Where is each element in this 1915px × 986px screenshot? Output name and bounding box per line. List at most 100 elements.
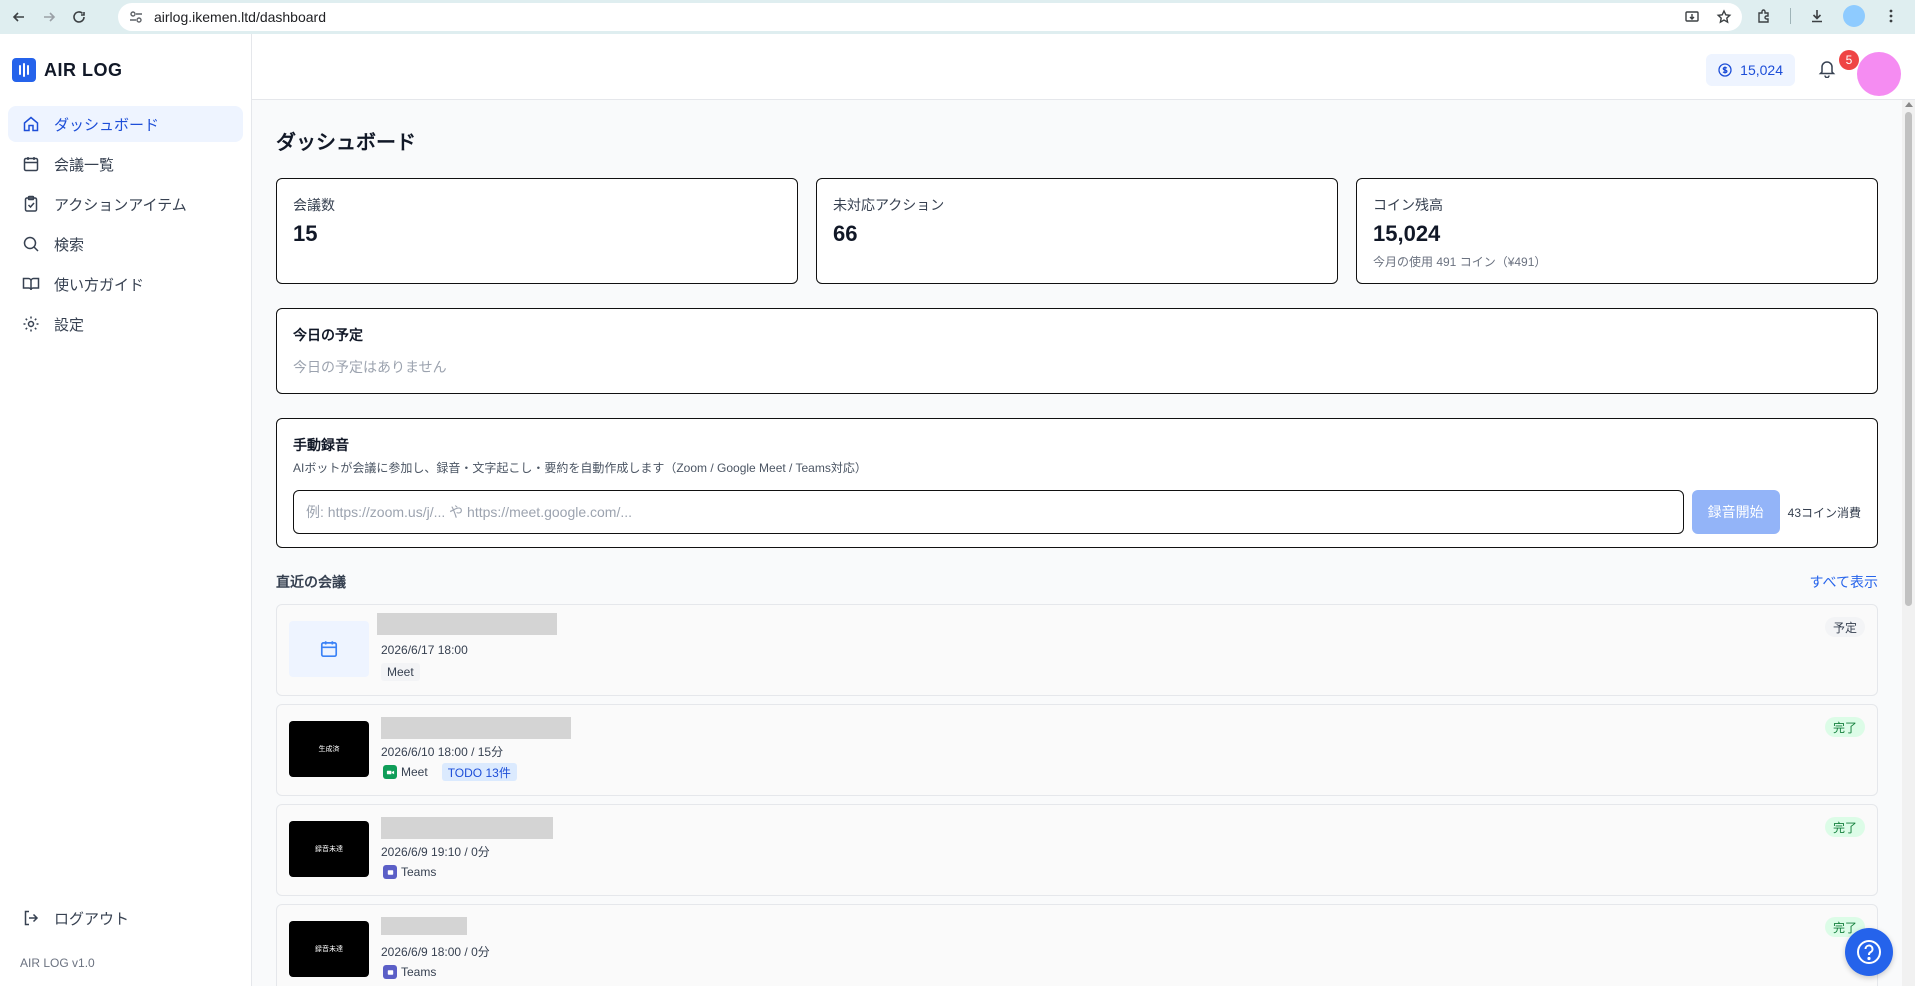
- meeting-list-item[interactable]: 録音未達 2026/6/9 18:00 / 0分 Teams 完了: [276, 904, 1878, 986]
- section-title: 直近の会議: [276, 574, 346, 590]
- book-open-icon: [22, 277, 40, 291]
- meeting-tags: Teams: [381, 863, 442, 881]
- sidebar-item-action-items[interactable]: アクションアイテム: [8, 186, 243, 222]
- calendar-icon: [320, 641, 338, 658]
- notification-button[interactable]: [1817, 58, 1841, 82]
- back-icon[interactable]: [8, 6, 30, 28]
- platform-tag: Teams: [381, 963, 442, 981]
- recent-meetings-header: 直近の会議 すべて表示: [276, 572, 1878, 592]
- thumbnail-label: 録音未達: [315, 946, 343, 953]
- help-button[interactable]: [1845, 928, 1893, 976]
- stat-card-meetings: 会議数 15: [276, 178, 798, 284]
- meeting-tags: Teams: [381, 963, 442, 981]
- google-meet-icon: [383, 765, 397, 779]
- meeting-list-item[interactable]: 2026/6/17 18:00 Meet 予定: [276, 604, 1878, 696]
- sidebar-item-dashboard[interactable]: ダッシュボード: [8, 106, 243, 142]
- forward-icon[interactable]: [38, 6, 60, 28]
- toolbar-divider: [1790, 8, 1791, 24]
- meeting-title-redacted: [381, 917, 467, 935]
- url-text[interactable]: airlog.ikemen.ltd/dashboard: [154, 9, 326, 25]
- platform-tag: Meet: [381, 663, 420, 681]
- empty-schedule-text: 今日の予定はありません: [293, 359, 447, 375]
- recording-description: AIボットが会議に参加し、録音・文字起こし・要約を自動作成します（Zoom / …: [293, 461, 867, 475]
- todo-count-tag: TODO 13件: [441, 763, 517, 781]
- stat-card-coin-balance: コイン残高 15,024 今月の使用 491 コイン（¥491）: [1356, 178, 1878, 284]
- extensions-icon[interactable]: [1752, 4, 1776, 28]
- coin-icon: [1718, 63, 1732, 77]
- logout-button[interactable]: ログアウト: [8, 900, 244, 936]
- thumbnail-label: 録音未達: [315, 846, 343, 853]
- recording-cost: 43コイン消費: [1787, 505, 1861, 520]
- platform-name: Meet: [401, 765, 428, 779]
- address-bar[interactable]: airlog.ikemen.ltd/dashboard: [118, 3, 1742, 31]
- user-avatar[interactable]: [1857, 52, 1901, 96]
- platform-tag: Teams: [381, 863, 442, 881]
- search-icon: [23, 236, 39, 252]
- status-badge: 予定: [1824, 617, 1865, 637]
- download-icon[interactable]: [1805, 4, 1829, 28]
- site-settings-icon[interactable]: [128, 9, 144, 25]
- meeting-title-redacted: [381, 817, 553, 839]
- logout-icon: [24, 910, 39, 926]
- meeting-date: 2026/6/9 19:10 / 0分: [381, 845, 490, 859]
- notification-count-badge: 5: [1839, 50, 1859, 70]
- scrollbar-thumb[interactable]: [1905, 112, 1912, 606]
- page-scrollbar[interactable]: [1902, 100, 1915, 986]
- scroll-up-arrow-icon[interactable]: [1905, 102, 1913, 107]
- stat-value: 66: [833, 221, 858, 246]
- meeting-list-item[interactable]: 録音未達 2026/6/9 19:10 / 0分 Teams 完了: [276, 804, 1878, 896]
- recording-form: 録音開始 43コイン消費: [293, 490, 1861, 534]
- sidebar-item-label: 会議一覧: [54, 156, 115, 174]
- clipboard-check-icon: [24, 195, 38, 212]
- sidebar: AIR LOG ダッシュボード 会議一覧 アクションアイテム 検索 使い方ガイド…: [0, 34, 252, 986]
- coin-balance-badge[interactable]: 15,024: [1706, 54, 1795, 86]
- browser-profile-avatar[interactable]: [1843, 5, 1865, 27]
- top-header: 15,024 5: [252, 34, 1915, 100]
- browser-toolbar: airlog.ikemen.ltd/dashboard: [0, 0, 1915, 34]
- sidebar-item-meetings[interactable]: 会議一覧: [8, 146, 243, 182]
- thumbnail-label: 生成済: [318, 746, 340, 753]
- platform-name: Meet: [387, 665, 414, 679]
- manual-recording-card: 手動録音 AIボットが会議に参加し、録音・文字起こし・要約を自動作成します（Zo…: [276, 418, 1878, 548]
- platform-name: Teams: [401, 965, 437, 979]
- teams-icon: [383, 865, 397, 879]
- reload-icon[interactable]: [68, 6, 90, 28]
- app-name: AIR LOG: [44, 59, 123, 80]
- app-logo[interactable]: AIR LOG: [0, 34, 251, 106]
- meeting-title-redacted: [377, 613, 557, 635]
- stat-label: コイン残高: [1373, 197, 1443, 213]
- logout-label: ログアウト: [54, 910, 130, 928]
- bell-icon: [1818, 61, 1836, 79]
- sidebar-nav: ダッシュボード 会議一覧 アクションアイテム 検索 使い方ガイド 設定: [0, 106, 251, 342]
- sidebar-item-label: ダッシュボード: [54, 116, 160, 134]
- gear-icon: [23, 316, 39, 332]
- browser-menu-icon[interactable]: [1879, 4, 1903, 28]
- show-all-link[interactable]: すべて表示: [1810, 572, 1878, 592]
- home-icon: [23, 116, 39, 132]
- sidebar-item-guide[interactable]: 使い方ガイド: [8, 266, 243, 302]
- meeting-date: 2026/6/10 18:00 / 15分: [381, 745, 504, 759]
- page-title: ダッシュボード: [276, 132, 416, 154]
- bookmark-star-icon[interactable]: [1714, 7, 1734, 27]
- sidebar-item-label: アクションアイテム: [54, 196, 187, 214]
- sidebar-item-search[interactable]: 検索: [8, 226, 243, 262]
- stat-label: 会議数: [293, 197, 335, 213]
- question-circle-icon: [1857, 940, 1881, 964]
- main-content: ダッシュボード 会議数 15 未対応アクション 66 コイン残高 15,024 …: [252, 100, 1902, 986]
- sidebar-item-label: 使い方ガイド: [54, 276, 145, 294]
- start-recording-button[interactable]: 録音開始: [1691, 490, 1780, 534]
- platform-name: Teams: [401, 865, 437, 879]
- meeting-list-item[interactable]: 生成済 2026/6/10 18:00 / 15分 Meet TODO 13件 …: [276, 704, 1878, 796]
- meeting-date: 2026/6/17 18:00: [381, 643, 468, 657]
- meeting-thumbnail: 録音未達: [289, 921, 369, 977]
- stat-value: 15,024: [1373, 221, 1441, 246]
- meeting-tags: Meet TODO 13件: [381, 763, 517, 781]
- sidebar-item-settings[interactable]: 設定: [8, 306, 243, 342]
- meeting-title-redacted: [381, 717, 571, 739]
- meeting-thumbnail: 録音未達: [289, 821, 369, 877]
- card-title: 今日の予定: [293, 327, 363, 343]
- install-app-icon[interactable]: [1682, 7, 1702, 27]
- meeting-url-input[interactable]: [293, 490, 1684, 534]
- teams-icon: [383, 965, 397, 979]
- stat-label: 未対応アクション: [833, 197, 945, 213]
